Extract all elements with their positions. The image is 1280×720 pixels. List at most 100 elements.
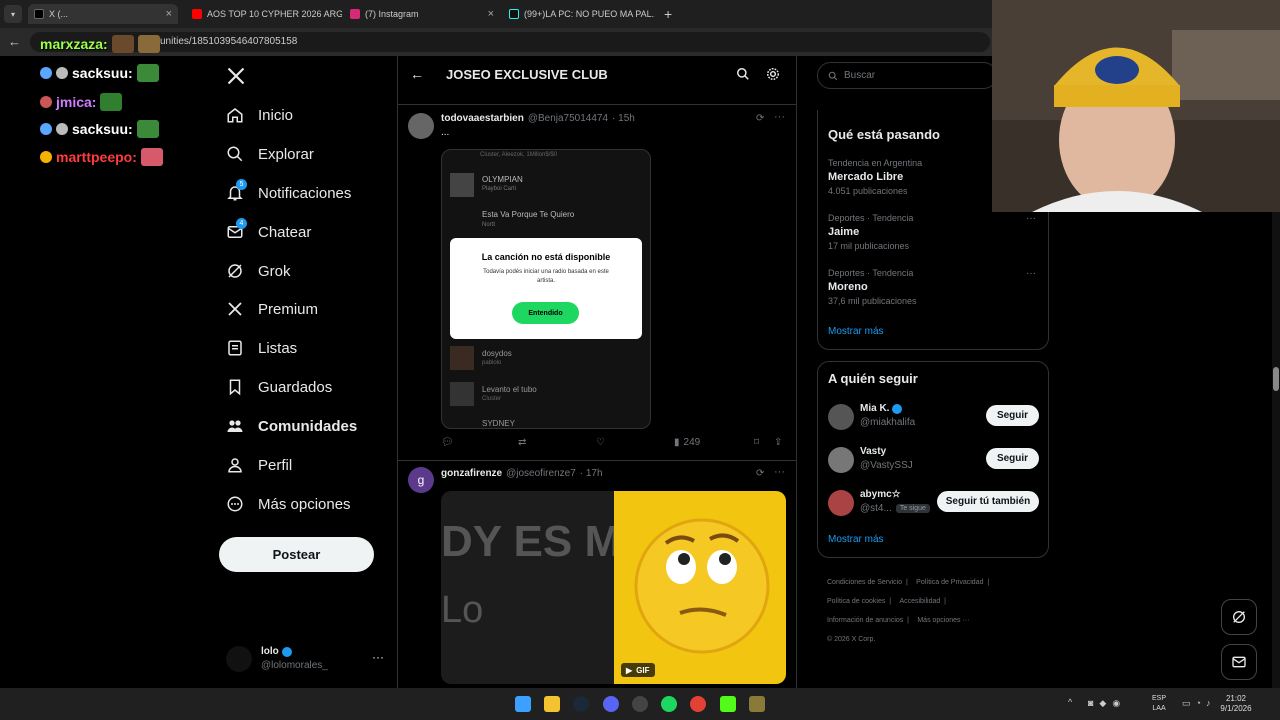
repost-icon[interactable]: ⇄ [518,437,526,448]
account-switcher[interactable]: lolo @lolomorales_ ··· [226,644,386,674]
grok-float-button[interactable] [1221,599,1257,635]
tray-chevron-icon[interactable]: ^ [1068,697,1072,707]
footer-link[interactable]: Información de anuncios [827,617,903,624]
views-stat[interactable]: ▮ 249 [674,437,700,448]
show-more-link[interactable]: Mostrar más [828,534,884,545]
post-image[interactable]: Cluster, Aleezok, 1Millon$/$0 OLYMPIAN P… [441,149,651,429]
post-author[interactable]: gonzafirenze [441,468,502,479]
messages-float-button[interactable] [1221,644,1257,680]
trend-name: Moreno [828,281,868,293]
tab-youtube[interactable]: AOS TOP 10 CYPHER 2026 ARG × [186,4,342,24]
sidebar-item-label: Explorar [258,145,314,163]
tab-list-button[interactable]: ▾ [4,5,22,23]
webcam-overlay [992,0,1280,212]
close-tab-icon[interactable]: × [488,8,494,20]
grok-post-icon[interactable]: ⟳ [756,468,764,479]
post-handle[interactable]: @Benja75014474 [528,113,608,124]
more-dots-icon[interactable]: ··· [372,650,384,664]
avatar[interactable] [408,113,434,139]
sidebar-item-premium[interactable]: Premium [226,300,318,318]
post-handle[interactable]: @joseofirenze7 [506,468,576,479]
new-tab-button[interactable]: + [664,6,672,22]
sidebar-item-chatear[interactable]: 4 Chatear [226,218,311,241]
main-column: ← JOSEO EXCLUSIVE CLUB todovaaestarbien … [397,56,797,688]
track-title: dosydos [482,349,512,358]
follow-suggestion[interactable]: Vasty @VastySSJ Seguir [828,445,1040,475]
sidebar-item-explorar[interactable]: Explorar [226,145,314,163]
follow-back-button[interactable]: Seguir tú también [937,491,1039,512]
kick-icon[interactable] [720,696,736,712]
file-explorer-icon[interactable] [544,696,560,712]
avatar[interactable]: g [408,467,434,493]
tray-icons[interactable]: ◙◆◉ [1088,698,1126,709]
grok-post-icon[interactable]: ⟳ [756,113,764,124]
settings-gear-icon[interactable] [766,67,780,86]
like-icon[interactable]: ♡ [596,437,605,448]
follow-suggestion[interactable]: Mia K. @miakhalifa Seguir [828,402,1040,432]
follow-suggestion[interactable]: abymc☆ @st4... Te sigue Seguir tú tambié… [828,488,1040,518]
footer-link[interactable]: Política de cookies [827,598,885,605]
discord-icon[interactable] [603,696,619,712]
footer-link[interactable]: Política de Privacidad [916,579,983,586]
tab-instagram[interactable]: (7) Instagram × [344,4,500,24]
chat-username: sacksuu: [72,121,133,137]
share-icon[interactable]: ⇪ [774,437,782,448]
reply-icon[interactable]: 💬︎ [441,437,454,448]
tab-tiktok[interactable]: (99+)LA PC: NO PUEO MA PAL... × [503,4,655,24]
sidebar-item-grok[interactable]: Grok [226,262,291,280]
post-gif[interactable]: DY ES M Lo ▶ GIF [441,491,786,684]
sidebar-item-notificaciones[interactable]: 5 Notificaciones [226,179,351,202]
steam-icon[interactable] [573,696,589,712]
more-dots-icon[interactable]: ··· [1026,268,1036,279]
sidebar-item-mas-opciones[interactable]: Más opciones [226,495,351,513]
app-icon[interactable] [749,696,765,712]
more-dots-icon[interactable]: ··· [774,111,785,123]
tab-label: (99+)LA PC: NO PUEO MA PAL... [524,9,655,19]
grok-icon [1233,611,1245,623]
sidebar-item-listas[interactable]: Listas [226,339,297,357]
gif-label: GIF [636,665,650,675]
trend-item[interactable]: Deportes · Tendencia Moreno 37,6 mil pub… [828,268,1038,306]
obs-icon[interactable] [632,696,648,712]
tray-status-icons[interactable]: ▭◔♪ [1182,698,1215,709]
sidebar-item-comunidades[interactable]: Comunidades [226,417,357,435]
windows-start-icon[interactable] [515,696,531,712]
spotify-icon[interactable] [661,696,677,712]
bookmark-icon[interactable]: ⌑ [754,437,759,448]
sidebar-item-guardados[interactable]: Guardados [226,378,332,396]
scrollbar-thumb[interactable] [1273,367,1279,391]
tab-x[interactable]: X (... × [28,4,178,24]
footer-link[interactable]: Condiciones de Servicio [827,579,902,586]
post-button[interactable]: Postear [219,537,374,572]
more-dots-icon[interactable]: ··· [1026,213,1036,224]
post-time[interactable]: · 15h [612,113,635,124]
post-time[interactable]: · 17h [580,468,603,479]
tab-label: (7) Instagram [365,9,419,19]
post-author[interactable]: todovaaestarbien [441,113,524,124]
sidebar-item-perfil[interactable]: Perfil [226,456,292,474]
chrome-icon[interactable] [690,696,706,712]
close-tab-icon[interactable]: × [166,8,172,20]
sidebar-item-inicio[interactable]: Inicio [226,106,293,124]
back-icon[interactable]: ← [8,34,21,49]
more-dots-icon[interactable]: ··· [774,466,785,478]
trends-title: Qué está pasando [828,127,940,142]
footer-link[interactable]: Más opciones ··· [917,617,969,624]
language-indicator[interactable]: ESP LAA [1152,694,1166,714]
album-art [450,382,474,406]
track-subtitle: Nortt [482,222,496,228]
post[interactable]: todovaaestarbien @Benja75014474 · 15h ⟳ … [398,105,796,460]
search-input[interactable]: Buscar [817,62,997,89]
search-icon[interactable] [736,67,750,86]
x-logo-icon[interactable] [226,66,246,86]
track-title: Esta Va Porque Te Quiero [482,210,575,219]
follow-button[interactable]: Seguir [986,448,1039,469]
post[interactable]: g gonzafirenze @joseofirenze7 · 17h ⟳ ··… [398,461,796,688]
follow-button[interactable]: Seguir [986,405,1039,426]
back-arrow-icon[interactable]: ← [410,66,424,82]
clock[interactable]: 21:02 9/1/2026 [1216,694,1256,714]
chat-message: marxzaza: [40,35,160,53]
footer-link[interactable]: Accesibilidad [899,598,940,605]
show-more-link[interactable]: Mostrar más [828,326,884,337]
trend-item[interactable]: Deportes · Tendencia Jaime 17 mil public… [828,213,1038,251]
